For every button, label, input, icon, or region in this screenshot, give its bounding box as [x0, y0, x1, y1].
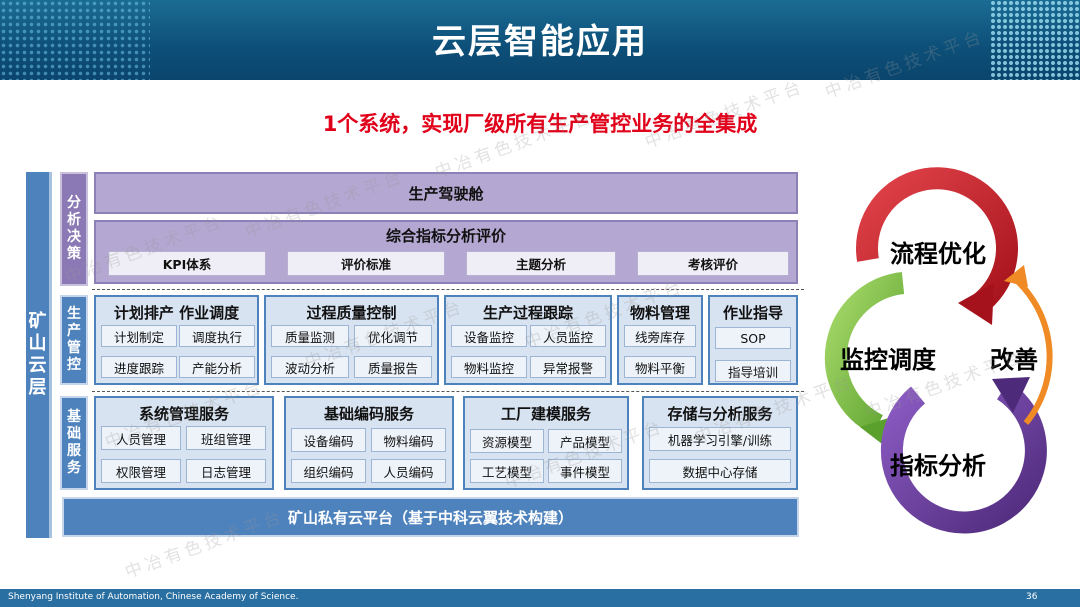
control-item: 物料平衡 — [624, 356, 696, 378]
base-item: 组织编码 — [291, 459, 366, 483]
platform-bar: 矿山私有云平台（基于中科云翼技术构建） — [62, 497, 799, 537]
card-title: 工厂建模服务 — [500, 405, 591, 423]
section-divider — [92, 391, 804, 392]
card-title: 计划排产 作业调度 — [113, 304, 240, 322]
cycle-label-indicator-analysis: 指标分析 — [890, 452, 986, 480]
base-item: 班组管理 — [186, 426, 266, 450]
section-label-base: 基础服务 — [60, 396, 88, 490]
evaluation-item: 考核评价 — [637, 251, 789, 276]
evaluation-item: 主题分析 — [466, 251, 616, 276]
page-number: 36 — [1026, 592, 1038, 602]
base-item: 资源模型 — [470, 429, 544, 453]
section-label-control: 生产管控 — [60, 295, 88, 385]
control-item: 进度跟踪 — [101, 356, 177, 378]
card-title: 基础编码服务 — [323, 405, 414, 423]
card-title: 作业指导 — [722, 304, 783, 322]
control-item: 调度执行 — [179, 325, 255, 347]
control-item: 物料监控 — [451, 356, 527, 378]
control-item: 产能分析 — [179, 356, 255, 378]
base-item: 设备编码 — [291, 428, 366, 452]
cycle-label-process-optimization: 流程优化 — [890, 240, 986, 268]
footer-bar: Shenyang Institute of Automation, Chines… — [0, 589, 1080, 607]
footer-institution: Shenyang Institute of Automation, Chines… — [8, 592, 299, 602]
base-item: 物料编码 — [371, 428, 446, 452]
control-item: 设备监控 — [451, 325, 527, 347]
base-item: 日志管理 — [186, 459, 266, 483]
base-item: 人员编码 — [371, 459, 446, 483]
control-item: 指导培训 — [715, 360, 791, 382]
control-item: 质量报告 — [354, 356, 432, 378]
section-divider — [92, 289, 804, 290]
base-item: 数据中心存储 — [649, 459, 791, 483]
control-item: 异常报警 — [530, 356, 606, 378]
red-arrowhead — [958, 283, 994, 325]
control-item: 线旁库存 — [624, 325, 696, 347]
cycle-label-monitoring-dispatch: 监控调度 — [840, 346, 936, 374]
control-item: 计划制定 — [101, 325, 177, 347]
sidebar-label: 矿山云层 — [28, 311, 47, 398]
base-item: 权限管理 — [101, 459, 181, 483]
control-item: SOP — [715, 327, 791, 349]
mine-cloud-sidebar: 矿山云层 — [26, 172, 52, 538]
evaluation-item: 评价标准 — [287, 251, 445, 276]
